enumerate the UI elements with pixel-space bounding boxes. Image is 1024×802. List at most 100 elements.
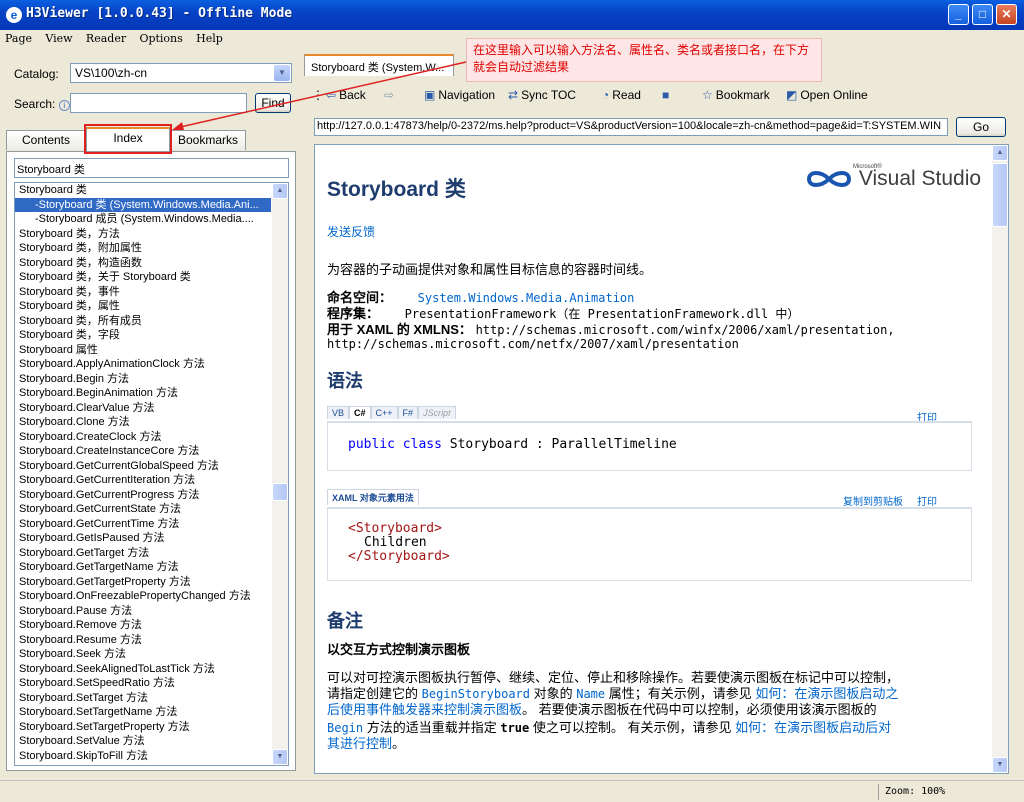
tab-contents[interactable]: Contents (6, 130, 86, 150)
index-list-item[interactable]: Storyboard.Seek 方法 (15, 647, 271, 662)
remarks-line-5: 其进行控制。 (327, 733, 405, 752)
index-list-item[interactable]: Storyboard.Clone 方法 (15, 415, 271, 430)
menu-page[interactable]: Page (0, 30, 37, 47)
index-list-item[interactable]: -Storyboard 成员 (System.Windows.Media.... (15, 212, 271, 227)
index-list-item[interactable]: Storyboard.SetTarget 方法 (15, 691, 271, 706)
index-list-item[interactable]: Storyboard.Remove 方法 (15, 618, 271, 633)
tab-xaml-usage[interactable]: XAML 对象元素用法 (327, 489, 419, 505)
index-list-item[interactable]: Storyboard 类，构造函数 (15, 256, 271, 271)
go-button[interactable]: Go (956, 117, 1006, 137)
syntax-code-box: public class Storyboard : ParallelTimeli… (327, 421, 972, 471)
index-list-item[interactable]: Storyboard.SetSpeedRatio 方法 (15, 676, 271, 691)
index-list-item[interactable]: Storyboard 类，字段 (15, 328, 271, 343)
index-list-item[interactable]: Storyboard 类，关于 Storyboard 类 (15, 270, 271, 285)
info-icon: i (58, 100, 70, 111)
index-list-item[interactable]: Storyboard 属性 (15, 343, 271, 358)
index-list-item[interactable]: Storyboard 类，方法 (15, 227, 271, 242)
annotation-callout: 在这里输入可以输入方法名、属性名、类名或者接口名，在下方就会自动过滤结果 (466, 38, 822, 82)
stop-button[interactable]: ■ (662, 88, 672, 102)
menu-reader[interactable]: Reader (81, 30, 131, 47)
tab-fsharp[interactable]: F# (397, 406, 419, 419)
bookmark-button[interactable]: ☆ Bookmark (702, 88, 770, 102)
index-list-item[interactable]: Storyboard.SetValue 方法 (15, 734, 271, 749)
index-list-item[interactable]: Storyboard 类，属性 (15, 299, 271, 314)
index-list-item[interactable]: Storyboard.GetTargetName 方法 (15, 560, 271, 575)
zoom-indicator: Zoom: 100% (878, 784, 998, 800)
scroll-up-icon[interactable]: ▲ (272, 183, 288, 199)
xaml-code-box: <Storyboard> Children </Storyboard> (327, 507, 972, 581)
content-scroll-thumb[interactable] (992, 163, 1008, 227)
copy-link[interactable]: 复制到剪贴板 (843, 493, 903, 508)
page-title: Storyboard 类 (327, 178, 466, 201)
scroll-thumb[interactable] (272, 483, 288, 501)
menu-help[interactable]: Help (191, 30, 228, 47)
read-button[interactable]: ◔ Read (602, 88, 641, 102)
index-list-item[interactable]: Storyboard.SkipToFill 方法 (15, 749, 271, 764)
index-list-item[interactable]: Storyboard.Begin 方法 (15, 372, 271, 387)
open-online-button[interactable]: ◩ Open Online (786, 88, 868, 102)
index-list-item[interactable]: Storyboard 类，所有成员 (15, 314, 271, 329)
sync-toc-button[interactable]: ⇄ Sync TOC (508, 88, 576, 102)
index-list-item[interactable]: Storyboard.Pause 方法 (15, 604, 271, 619)
close-button[interactable]: ✕ (996, 4, 1017, 25)
index-list-item[interactable]: Storyboard 类 (15, 183, 271, 198)
tab-index[interactable]: Index (86, 127, 170, 151)
r3b: 。 若要使演示图板在代码中可以控制，必须使用该演示图板的 (522, 702, 877, 717)
remarks-line-3: 后使用事件触发器来控制演示图板。 若要使演示图板在代码中可以控制，必须使用该演示… (327, 699, 877, 718)
index-list-item[interactable]: Storyboard.GetCurrentGlobalSpeed 方法 (15, 459, 271, 474)
xmlns-row: 用于 XAML 的 XMLNS： http://schemas.microsof… (327, 319, 895, 338)
index-list-item[interactable]: -Storyboard 类 (System.Windows.Media.Ani.… (15, 197, 271, 212)
vs-infinity-icon (805, 168, 853, 190)
index-list-item[interactable]: Storyboard.GetCurrentIteration 方法 (15, 473, 271, 488)
index-list-item[interactable]: Storyboard.CreateInstanceCore 方法 (15, 444, 271, 459)
index-scrollbar[interactable]: ▲ ▼ (272, 183, 288, 765)
left-panel: Catalog: VS\100\zh-cn ▼ Search: i Find C… (4, 52, 298, 776)
tab-vb[interactable]: VB (327, 406, 350, 419)
index-list-item[interactable]: Storyboard 类，附加属性 (15, 241, 271, 256)
content-scrollbar[interactable]: ▲ ▼ (992, 145, 1008, 773)
scroll-down-icon[interactable]: ▼ (272, 749, 288, 765)
index-list-item[interactable]: Storyboard.GetTargetProperty 方法 (15, 575, 271, 590)
index-list-item[interactable]: Storyboard.BeginAnimation 方法 (15, 386, 271, 401)
index-list-item[interactable]: Storyboard.GetIsPaused 方法 (15, 531, 271, 546)
r5b: 。 (392, 736, 406, 751)
content-scroll-down-icon[interactable]: ▼ (992, 757, 1008, 773)
app-icon: e (6, 7, 22, 23)
howto-link-2b[interactable]: 其进行控制 (327, 736, 392, 751)
index-list-item[interactable]: Storyboard.GetCurrentProgress 方法 (15, 488, 271, 503)
tab-cpp[interactable]: C++ (370, 406, 398, 419)
menu-view[interactable]: View (40, 30, 77, 47)
minimize-button[interactable]: _ (948, 4, 969, 25)
index-list-item[interactable]: Storyboard.GetCurrentState 方法 (15, 502, 271, 517)
content-scroll-up-icon[interactable]: ▲ (992, 145, 1008, 161)
howto-link-1b[interactable]: 后使用事件触发器来控制演示图板 (327, 702, 522, 717)
menu-options[interactable]: Options (134, 30, 187, 47)
index-list-item[interactable]: Storyboard.SeekAlignedToLastTick 方法 (15, 662, 271, 677)
index-list-item[interactable]: Storyboard.Resume 方法 (15, 633, 271, 648)
index-list-item[interactable]: Storyboard.SetTargetProperty 方法 (15, 720, 271, 735)
index-list-item[interactable]: Storyboard 类，事件 (15, 285, 271, 300)
print-link-2[interactable]: 打印 (917, 493, 937, 508)
index-list-item[interactable]: Storyboard.GetTarget 方法 (15, 546, 271, 561)
index-list-item[interactable]: Storyboard.OnFreezablePropertyChanged 方法 (15, 589, 271, 604)
index-list-item[interactable]: Storyboard.CreateClock 方法 (15, 430, 271, 445)
xaml-line-2: Children (364, 535, 427, 550)
tab-csharp[interactable]: C# (349, 406, 371, 419)
stop-icon: ■ (662, 88, 670, 102)
syntax-code: public class Storyboard : ParallelTimeli… (348, 437, 677, 452)
index-items: Storyboard 类 -Storyboard 类 (System.Window… (15, 183, 288, 763)
howto-link-2[interactable]: 如何：在演示图板启动后对 (735, 720, 891, 735)
remarks-line-4: Begin 方法的适当重载并指定 true 使之可以控制。 有关示例，请参见 如… (327, 717, 891, 736)
index-filter-input[interactable]: Storyboard 类 (14, 158, 289, 178)
xmlns-value: http://schemas.microsoft.com/winfx/2006/… (475, 323, 895, 337)
feedback-link[interactable]: 发送反馈 (327, 223, 375, 240)
index-list-item[interactable]: Storyboard.SetTargetName 方法 (15, 705, 271, 720)
xaml-line-3: </Storyboard> (348, 549, 450, 564)
read-icon: ◔ (602, 88, 610, 102)
sync-icon: ⇄ (508, 88, 519, 102)
maximize-button[interactable]: □ (972, 4, 993, 25)
index-list-item[interactable]: Storyboard.ApplyAnimationClock 方法 (15, 357, 271, 372)
index-list-item[interactable]: Storyboard.ClearValue 方法 (15, 401, 271, 416)
tab-jscript[interactable]: JScript (418, 406, 456, 419)
index-list-item[interactable]: Storyboard.GetCurrentTime 方法 (15, 517, 271, 532)
